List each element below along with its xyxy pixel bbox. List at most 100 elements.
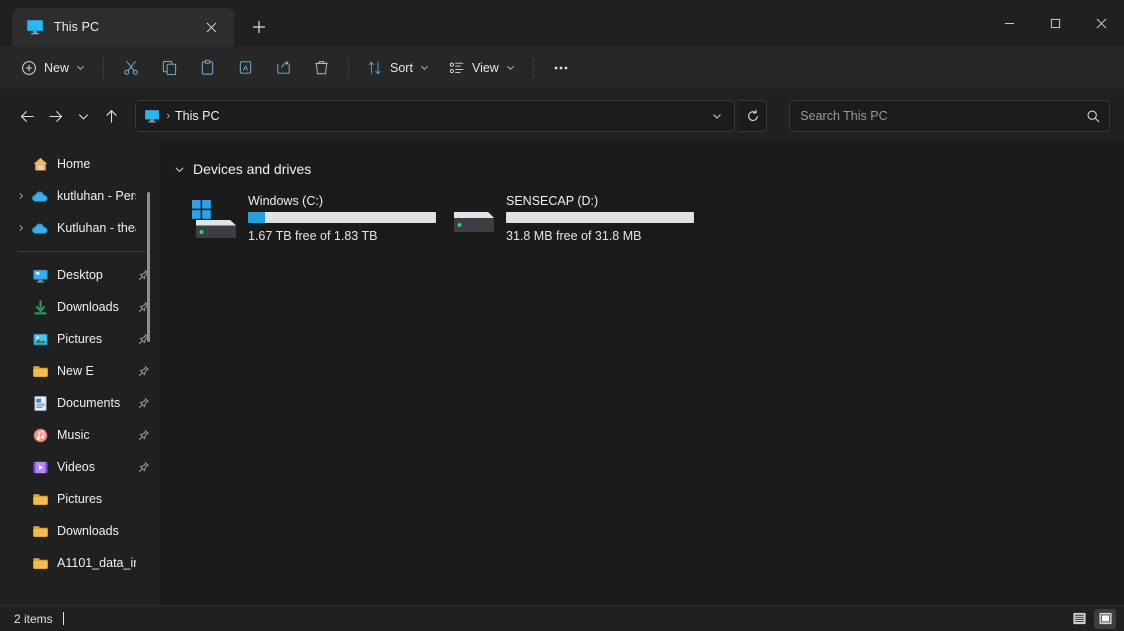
- chevron-right-icon[interactable]: [12, 192, 30, 200]
- file-list-pane[interactable]: Devices and drives Windows (C:) 1.67 TB f…: [160, 142, 1124, 605]
- breadcrumb-separator: ›: [166, 110, 171, 122]
- tab-close-icon[interactable]: [198, 14, 224, 40]
- chevron-down-icon: [506, 65, 514, 70]
- sidebar-divider: [18, 251, 146, 252]
- item-count-label: 2 items: [14, 611, 53, 626]
- large-icons-view-button[interactable]: [1094, 608, 1116, 629]
- this-pc-icon: [144, 108, 160, 124]
- forward-button[interactable]: [42, 101, 70, 131]
- rename-icon: A: [239, 61, 251, 74]
- more-button[interactable]: [543, 52, 579, 84]
- navigation-pane-list: Home kutluhan - Persc Kutluhan - thea Deskt…: [0, 148, 160, 579]
- sidebar-item-label: Downloads: [57, 524, 119, 538]
- sort-arrows-icon: [368, 61, 381, 74]
- chevron-down-icon: [77, 65, 84, 70]
- folder-icon: [30, 521, 50, 541]
- drive-tile[interactable]: SENSECAP (D:) 31.8 MB free of 31.8 MB: [442, 190, 696, 246]
- search-icon[interactable]: [1085, 108, 1101, 124]
- sidebar-item-downloads[interactable]: Downloads: [4, 515, 156, 547]
- downloads-icon: [30, 297, 50, 317]
- refresh-button[interactable]: [739, 100, 768, 132]
- view-toggle-group: [1068, 608, 1116, 629]
- sidebar-item-label: Desktop: [57, 268, 103, 282]
- up-button[interactable]: [98, 101, 126, 131]
- details-view-button[interactable]: [1068, 609, 1090, 629]
- chevron-right-icon[interactable]: [12, 224, 30, 232]
- sort-button[interactable]: Sort: [358, 52, 438, 84]
- videos-icon: [30, 457, 50, 477]
- recent-locations-button[interactable]: [70, 101, 98, 131]
- drive-info: Windows (C:) 1.67 TB free of 1.83 TB: [248, 192, 436, 244]
- drive-info: SENSECAP (D:) 31.8 MB free of 31.8 MB: [506, 192, 694, 244]
- maximize-button[interactable]: [1032, 0, 1078, 46]
- toolbar-divider-1: [103, 57, 105, 78]
- drive-capacity-bar: [248, 212, 436, 223]
- share-icon: [276, 60, 290, 74]
- breadcrumb-path[interactable]: This PC: [175, 109, 704, 123]
- back-button[interactable]: [14, 101, 42, 131]
- new-button[interactable]: New: [12, 52, 94, 84]
- sidebar-item-kutluhan-persc[interactable]: kutluhan - Persc: [4, 180, 156, 212]
- sidebar-item-pictures[interactable]: Pictures: [4, 483, 156, 515]
- view-list-icon: [449, 62, 464, 73]
- drive-free-space-label: 1.67 TB free of 1.83 TB: [248, 229, 378, 243]
- sidebar-item-new-e[interactable]: New E: [4, 355, 156, 387]
- tab-this-pc[interactable]: This PC: [12, 8, 234, 46]
- sidebar-item-music[interactable]: Music: [4, 419, 156, 451]
- title-bar: This PC: [0, 0, 1124, 46]
- copy-icon: [162, 60, 176, 76]
- pin-icon[interactable]: [136, 429, 150, 442]
- sidebar-item-pictures[interactable]: Pictures: [4, 323, 156, 355]
- toolbar-divider-3: [532, 57, 534, 78]
- cut-button[interactable]: [113, 52, 149, 84]
- new-tab-button[interactable]: [242, 10, 276, 44]
- command-toolbar: New A Sort View: [0, 46, 1124, 90]
- svg-text:A: A: [242, 63, 248, 72]
- home-icon: [30, 154, 50, 174]
- sidebar-item-label: Documents: [57, 396, 121, 410]
- sidebar-scrollbar[interactable]: [147, 192, 150, 342]
- view-button[interactable]: View: [440, 52, 524, 84]
- ellipsis-icon: [554, 66, 568, 69]
- search-input[interactable]: [800, 109, 1085, 123]
- address-bar[interactable]: › This PC: [135, 100, 736, 132]
- folder-icon: [30, 553, 50, 573]
- search-box[interactable]: [789, 100, 1110, 132]
- sidebar-item-videos[interactable]: Videos: [4, 451, 156, 483]
- sidebar-item-desktop[interactable]: Desktop: [4, 259, 156, 291]
- sidebar-item-label: Music: [57, 428, 90, 442]
- address-dropdown-icon[interactable]: [704, 103, 730, 129]
- sidebar-item-kutluhan-thea[interactable]: Kutluhan - thea: [4, 212, 156, 244]
- pin-icon[interactable]: [136, 397, 150, 410]
- close-button[interactable]: [1078, 0, 1124, 46]
- chevron-down-icon: [420, 65, 428, 70]
- rename-button[interactable]: A: [227, 52, 263, 84]
- devices-group-title: Devices and drives: [193, 161, 312, 177]
- chevron-down-icon[interactable]: [174, 164, 185, 175]
- window-controls: [986, 0, 1124, 46]
- paste-button[interactable]: [189, 52, 225, 84]
- pin-icon[interactable]: [136, 365, 150, 378]
- minimize-button[interactable]: [986, 0, 1032, 46]
- new-button-label: New: [44, 60, 70, 75]
- drive-tile[interactable]: Windows (C:) 1.67 TB free of 1.83 TB: [184, 190, 438, 246]
- plus-circle-icon: [22, 60, 36, 75]
- share-button[interactable]: [265, 52, 301, 84]
- sidebar-item-documents[interactable]: Documents: [4, 387, 156, 419]
- sidebar-item-home[interactable]: Home: [4, 148, 156, 180]
- devices-group-header[interactable]: Devices and drives: [170, 156, 1124, 182]
- delete-button[interactable]: [303, 52, 339, 84]
- drive-name: SENSECAP (D:): [506, 194, 599, 208]
- scissors-icon: [123, 60, 138, 75]
- drive-free-space-label: 31.8 MB free of 31.8 MB: [506, 229, 642, 243]
- sidebar-item-a1101-data-img[interactable]: A1101_data_img: [4, 547, 156, 579]
- windows-drive-icon: [190, 198, 238, 242]
- copy-button[interactable]: [151, 52, 187, 84]
- sidebar-item-label: New E: [57, 364, 94, 378]
- drive-tiles: Windows (C:) 1.67 TB free of 1.83 TB SENSE…: [170, 182, 1124, 246]
- pin-icon[interactable]: [136, 461, 150, 474]
- trash-icon: [314, 60, 328, 75]
- file-explorer-window: This PC New A Sort View › This PC Search…: [0, 0, 1124, 631]
- sidebar-item-label: Kutluhan - thea: [57, 221, 136, 235]
- sidebar-item-downloads[interactable]: Downloads: [4, 291, 156, 323]
